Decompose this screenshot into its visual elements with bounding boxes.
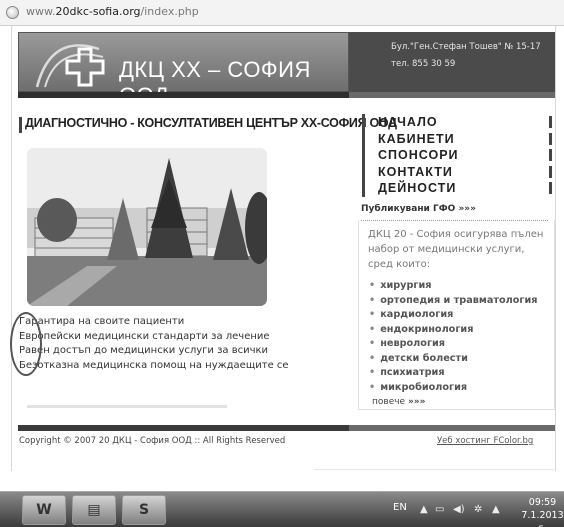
specialty-item: • ендокринология — [369, 323, 537, 338]
specialty-item: • психиатрия — [369, 366, 537, 381]
main-nav: НАЧАЛО КАБИНЕТИ СПОНСОРИ КОНТАКТИ ДЕЙНОС… — [362, 114, 552, 197]
address-bar[interactable]: www.20dkc-sofia.org/index.php — [0, 0, 564, 26]
clock-date: 7.1.2013 г. — [521, 510, 564, 527]
more-link[interactable]: повече »»» — [372, 397, 425, 407]
specialty-label: микробиология — [380, 381, 468, 393]
bullet-icon: • — [369, 367, 376, 378]
nav-item-cabinets[interactable]: КАБИНЕТИ — [362, 130, 552, 147]
hosting-link[interactable]: Уеб хостинг FColor.bg — [437, 436, 533, 446]
medical-cross-logo — [35, 44, 105, 88]
explorer-glyph: ▤ — [87, 502, 101, 518]
bullet-icon: • — [369, 309, 376, 320]
specialty-label: психиатрия — [380, 367, 445, 378]
specialty-list: • хирургия • ортопедия и травматология • ка… — [369, 279, 537, 395]
feature-item: Безотказна медицинска помощ на нуждаещит… — [19, 359, 289, 371]
feature-list: Гарантира на своите пациенти Европейски … — [19, 315, 289, 373]
gfo-arrows: »»» — [458, 204, 476, 214]
specialty-label: ендокринология — [380, 323, 474, 335]
page-title: ДИАГНОСТИЧНО - КОНСУЛТАТИВЕН ЦЕНТЪР XX-С… — [25, 116, 397, 130]
more-arrows: »»» — [407, 397, 426, 407]
feature-item: Гарантира на своите пациенти — [19, 316, 185, 327]
url-domain: 20dkc-sofia.org — [55, 5, 141, 18]
specialty-label: детски болести — [380, 352, 468, 364]
word-glyph: W — [36, 502, 52, 518]
header-address: Бул."Ген.Стефан Тошев" № 15-17 — [391, 42, 541, 52]
header-contact: Бул."Ген.Стефан Тошев" № 15-17 тел. 855 … — [349, 32, 555, 92]
gfo-label: Публикувани ГФО — [361, 204, 456, 214]
sync-icon[interactable]: ✲ — [474, 504, 482, 515]
footer-line — [314, 469, 554, 470]
site-header: ДКЦ XX – СОФИЯ ООД — [18, 32, 349, 108]
heading-marker — [19, 117, 22, 133]
nav-item-sponsors[interactable]: СПОНСОРИ — [362, 147, 552, 164]
nav-item-activities[interactable]: ДЕЙНОСТИ — [362, 180, 552, 197]
site-title: ДКЦ XX – СОФИЯ ООД — [119, 57, 311, 108]
nav-item-contacts[interactable]: КОНТАКТИ — [362, 163, 552, 180]
bullet-icon: • — [369, 280, 376, 291]
specialty-label: неврология — [380, 338, 446, 349]
specialty-label: ортопедия и травматология — [380, 294, 538, 306]
specialty-item: • микробиология — [369, 381, 537, 396]
specialty-label: кардиология — [380, 309, 454, 320]
skype-glyph: S — [138, 502, 150, 518]
header-divider — [18, 92, 349, 98]
bullet-icon: • — [369, 294, 376, 306]
explorer-icon[interactable]: ▤ — [72, 495, 116, 525]
bullet-icon: • — [369, 381, 376, 393]
bullet-icon: • — [369, 352, 376, 364]
specialty-item: • кардиология — [369, 308, 537, 323]
specialty-item: • хирургия — [369, 279, 537, 294]
bullet-icon: • — [369, 338, 376, 349]
building-photo-drawing — [27, 148, 267, 306]
show-hidden-icons-icon[interactable]: ▲ — [420, 504, 428, 515]
globe-icon — [6, 6, 19, 19]
url-text[interactable]: www.20dkc-sofia.org/index.php — [26, 5, 199, 18]
specialty-item: • детски болести — [369, 352, 537, 367]
footer-divider — [18, 425, 349, 431]
clock-time: 09:59 — [528, 497, 557, 508]
footer-divider-right — [349, 425, 555, 431]
content-divider — [27, 405, 227, 408]
system-clock[interactable]: 09:59 7.1.2013 г. — [521, 496, 564, 527]
nav-item-home[interactable]: НАЧАЛО — [362, 114, 552, 131]
word-icon[interactable]: W — [22, 495, 66, 525]
feature-item: Европейски медицински стандарти за лечен… — [19, 330, 270, 342]
building-photo — [27, 148, 267, 306]
feature-item: Равен достъп до медицински услуги за вси… — [19, 345, 269, 357]
volume-icon[interactable]: ◀) — [453, 504, 465, 515]
url-prefix: www. — [26, 5, 56, 18]
more-label: повече — [372, 397, 406, 407]
header-phone: тел. 855 30 59 — [391, 59, 456, 69]
url-path: /index.php — [140, 5, 199, 18]
taskbar: W ▤ S EN ▲ ▭ ◀) ✲ ▲ 09:59 7.1.2013 г. — [0, 491, 564, 527]
skype-icon[interactable]: S — [122, 495, 166, 525]
header-divider-right — [349, 92, 555, 98]
gfo-link[interactable]: Публикувани ГФО »»» — [361, 204, 548, 221]
specialty-label: хирургия — [380, 280, 432, 291]
sidebar-intro: ДКЦ 20 - София осигурява пълен набор от … — [368, 229, 544, 270]
handdrawn-ellipse — [10, 312, 42, 376]
network-icon[interactable]: ▭ — [435, 504, 444, 515]
bullet-icon: • — [369, 323, 376, 335]
copyright-text: Copyright © 2007 20 ДКЦ - София ООД :: A… — [19, 436, 286, 446]
language-indicator[interactable]: EN — [393, 502, 407, 513]
specialty-item: • ортопедия и травматология — [369, 294, 537, 309]
specialty-item: • неврология — [369, 337, 537, 352]
flag-icon[interactable]: ▲ — [492, 504, 500, 515]
